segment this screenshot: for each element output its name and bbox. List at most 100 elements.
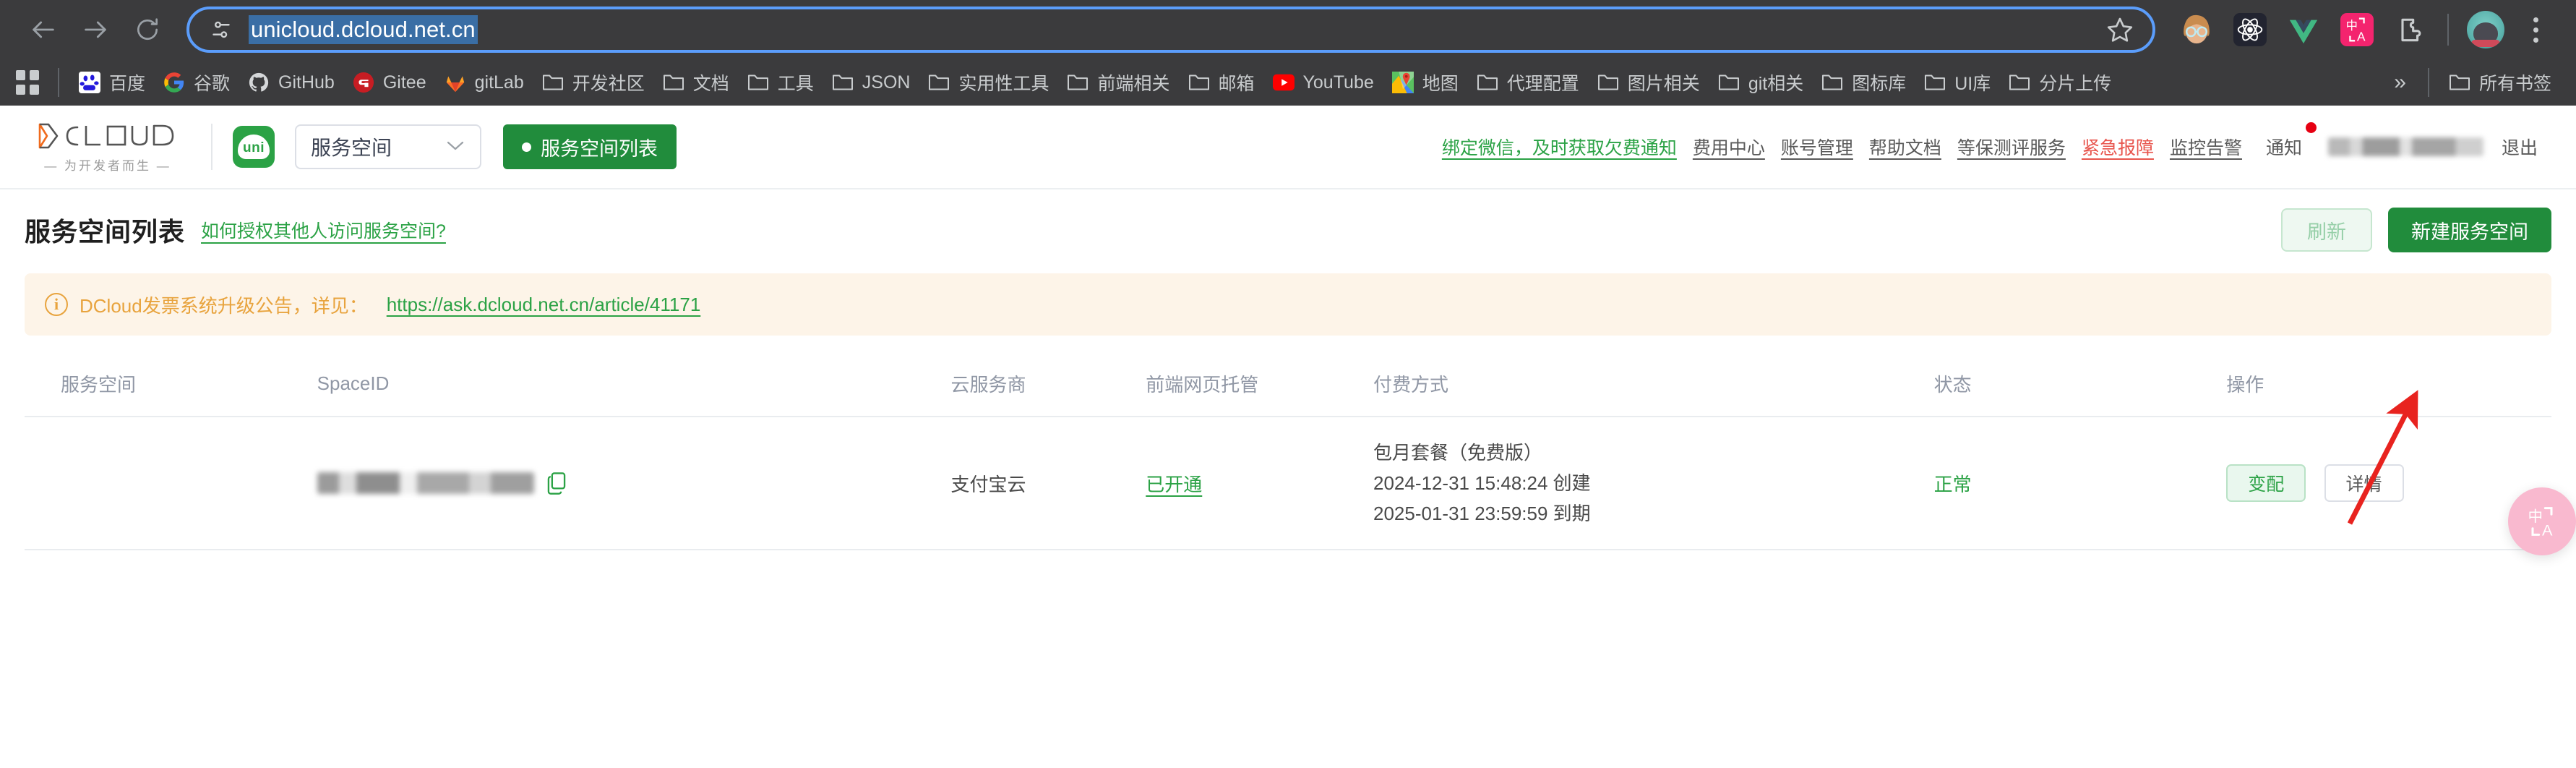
address-bar[interactable]: unicloud.dcloud.net.cn: [186, 7, 2155, 53]
bookmark-label: JSON: [862, 72, 911, 93]
chevron-down-icon: [445, 137, 465, 157]
github-icon: [247, 71, 270, 94]
notice-text: DCloud发票系统升级公告，详见：: [80, 294, 368, 317]
notice-link[interactable]: https://ask.dcloud.net.cn/article/41171: [387, 294, 701, 316]
notification-badge-dot: [2305, 122, 2317, 133]
translate-widget-button[interactable]: 中 A: [2508, 487, 2576, 555]
all-bookmarks-button[interactable]: 所有书签: [2439, 64, 2560, 101]
bookmark-google[interactable]: 谷歌: [154, 64, 239, 101]
new-space-button[interactable]: 新建服务空间: [2388, 208, 2551, 252]
cell-actions: 变配 详情: [2226, 417, 2551, 551]
bookmark-youtube[interactable]: YouTube: [1263, 66, 1383, 99]
dcloud-tagline: — 为开发者而生 —: [44, 158, 171, 173]
space-list-table: 服务空间 SpaceID 云服务商 前端网页托管 付费方式 状态 操作 支付宝云…: [25, 351, 2551, 551]
header-link-billing-center[interactable]: 费用中心: [1685, 134, 1773, 160]
bullet-dot-icon: [522, 142, 531, 152]
bookmark-folder-json[interactable]: JSON: [823, 66, 919, 99]
bookmark-baidu[interactable]: 百度: [69, 64, 154, 101]
header-link-bind-wechat[interactable]: 绑定微信，及时获取欠费通知: [1434, 134, 1685, 160]
space-select[interactable]: 服务空间: [295, 124, 481, 169]
bookmark-folder-frontend[interactable]: 前端相关: [1057, 64, 1178, 101]
translate-extension-icon[interactable]: 中 A: [2330, 3, 2384, 56]
bookmark-folder-ui-library[interactable]: UI库: [1915, 64, 1999, 101]
bookmark-folder-practical-tools[interactable]: 实用性工具: [919, 64, 1057, 101]
info-circle-icon: i: [45, 293, 68, 316]
uni-logo-icon[interactable]: uni: [233, 126, 275, 168]
bookmark-github[interactable]: GitHub: [239, 66, 343, 99]
bookmarks-overflow-button[interactable]: »: [2382, 70, 2418, 95]
hosting-status-link[interactable]: 已开通: [1146, 474, 1202, 495]
header-links: 绑定微信，及时获取欠费通知 费用中心 账号管理 帮助文档 等保测评服务 紧急报障…: [1434, 122, 2546, 160]
cell-provider: 支付宝云: [950, 417, 1146, 551]
bookmark-divider: [2427, 68, 2429, 97]
header-link-help-docs[interactable]: 帮助文档: [1861, 134, 1949, 160]
folder-icon: [747, 71, 770, 94]
header-link-security-evaluation[interactable]: 等保测评服务: [1949, 134, 2074, 160]
bookmark-label: 百度: [109, 74, 146, 94]
change-config-button[interactable]: 变配: [2226, 464, 2306, 503]
url-text[interactable]: unicloud.dcloud.net.cn: [249, 15, 478, 44]
forward-arrow-icon[interactable]: [69, 4, 121, 56]
bookmark-gitee[interactable]: Gitee: [343, 66, 435, 99]
space-select-value: 服务空间: [311, 137, 392, 159]
authorize-help-link[interactable]: 如何授权其他人访问服务空间?: [201, 217, 446, 243]
status-badge: 正常: [1933, 473, 1972, 495]
copy-icon[interactable]: [546, 472, 567, 495]
react-devtools-icon[interactable]: [2223, 3, 2277, 56]
page-settings-icon[interactable]: [205, 14, 237, 46]
bookmark-label: 谷歌: [194, 74, 231, 94]
apps-grid-icon[interactable]: [13, 66, 48, 99]
bookmark-folder-images[interactable]: 图片相关: [1588, 64, 1709, 101]
baidu-icon: [78, 71, 101, 94]
payment-plan: 包月套餐（免费版）: [1373, 442, 1543, 464]
refresh-button[interactable]: 刷新: [2281, 208, 2372, 252]
header-link-account-management[interactable]: 账号管理: [1773, 134, 1861, 160]
logout-button[interactable]: 退出: [2494, 134, 2546, 160]
bookmark-folder-icon-library[interactable]: 图标库: [1812, 64, 1915, 101]
bookmark-folder-dev-community[interactable]: 开发社区: [533, 64, 653, 101]
dcloud-logo[interactable]: — 为开发者而生 —: [25, 121, 191, 174]
notification-button[interactable]: 通知: [2250, 122, 2318, 160]
profile-avatar[interactable]: [2459, 3, 2512, 56]
folder-icon: [1597, 71, 1620, 94]
folder-icon: [1188, 71, 1211, 94]
bookmark-folder-mail[interactable]: 邮箱: [1179, 64, 1263, 101]
bookmark-gitlab[interactable]: gitLab: [435, 66, 533, 99]
dcloud-wordmark: [35, 121, 180, 151]
reload-icon[interactable]: [121, 4, 173, 56]
bookmark-label: 地图: [1422, 74, 1459, 94]
three-dot-menu-icon[interactable]: [2512, 3, 2559, 56]
bookmark-folder-git[interactable]: git相关: [1709, 64, 1812, 101]
puzzle-extensions-icon[interactable]: [2384, 3, 2437, 56]
header-link-monitor-alarm[interactable]: 监控告警: [2162, 134, 2250, 160]
bookmarks-bar: 百度 谷歌 GitHub Gitee gitLab 开发社区 文档 工具 JSO…: [0, 59, 2576, 106]
bookmark-label: 邮箱: [1218, 74, 1255, 94]
google-icon: [163, 71, 186, 94]
bookmark-label: 文档: [692, 74, 729, 94]
space-id-redacted: [317, 472, 534, 495]
bookmark-folder-proxy-config[interactable]: 代理配置: [1467, 64, 1588, 101]
table-row: 支付宝云 已开通 包月套餐（免费版） 2024-12-31 15:48:24 创…: [25, 417, 2551, 551]
uni-logo-label: uni: [238, 135, 270, 159]
folder-icon: [2008, 71, 2031, 94]
face-avatar-extension-icon[interactable]: [2170, 3, 2223, 56]
column-header-status: 状态: [1933, 351, 2227, 417]
bookmark-folder-tools[interactable]: 工具: [738, 64, 823, 101]
detail-button[interactable]: 详情: [2324, 464, 2404, 503]
star-icon[interactable]: [2103, 13, 2137, 46]
bookmark-folder-docs[interactable]: 文档: [653, 64, 738, 101]
bookmark-folder-chunk-upload[interactable]: 分片上传: [1999, 64, 2120, 101]
youtube-icon: [1272, 71, 1295, 94]
cell-hosting: 已开通: [1146, 417, 1373, 551]
header-link-emergency-report[interactable]: 紧急报障: [2074, 134, 2162, 160]
vue-devtools-icon[interactable]: [2277, 3, 2330, 56]
bookmark-label: GitHub: [278, 72, 335, 93]
bookmark-maps[interactable]: 地图: [1383, 64, 1467, 101]
bookmark-label: 实用性工具: [958, 74, 1049, 94]
bookmark-label: git相关: [1748, 74, 1804, 94]
space-list-button[interactable]: 服务空间列表: [503, 124, 677, 169]
bookmark-label: gitLab: [474, 72, 524, 93]
bookmark-label: 开发社区: [572, 74, 645, 94]
bookmark-label: UI库: [1954, 74, 1991, 94]
back-arrow-icon[interactable]: [17, 4, 69, 56]
